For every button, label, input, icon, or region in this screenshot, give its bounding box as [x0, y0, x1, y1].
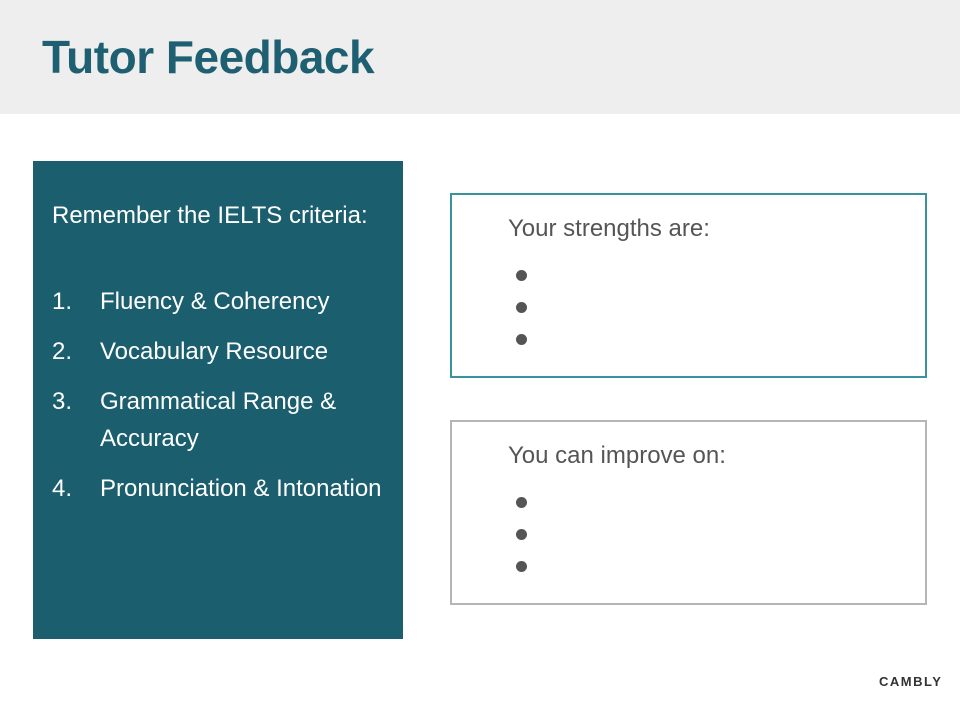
criteria-text: Pronunciation & Intonation [100, 475, 382, 502]
criteria-text: Fluency & Coherency [100, 288, 330, 315]
criteria-number: 1. [52, 288, 73, 315]
criteria-item: 4. Pronunciation & Intonation [52, 470, 392, 507]
criteria-list: 1. Fluency & Coherency 2. Vocabulary Res… [52, 283, 392, 520]
criteria-item: 2. Vocabulary Resource [52, 333, 392, 370]
criteria-panel: Remember the IELTS criteria: 1. Fluency … [33, 161, 403, 639]
bullet-point [516, 302, 527, 313]
header-bar: Tutor Feedback [0, 0, 960, 114]
criteria-text: Grammatical Range & Accuracy [100, 388, 337, 452]
strengths-heading: Your strengths are: [508, 215, 710, 242]
cambly-logo: CAMBLY [879, 674, 943, 689]
bullet-point [516, 334, 527, 345]
improve-bullets [516, 497, 527, 593]
page-title: Tutor Feedback [42, 31, 375, 83]
criteria-text: Vocabulary Resource [100, 338, 329, 365]
bullet-point [516, 497, 527, 508]
bullet-point [516, 561, 527, 572]
criteria-intro: Remember the IELTS criteria: [52, 202, 368, 229]
bullet-point [516, 270, 527, 281]
criteria-number: 4. [52, 475, 73, 502]
criteria-number: 2. [52, 338, 73, 365]
strengths-box: Your strengths are: [450, 193, 927, 378]
bullet-point [516, 529, 527, 540]
strengths-bullets [516, 270, 527, 366]
criteria-item: 1. Fluency & Coherency [52, 283, 392, 320]
improve-heading: You can improve on: [508, 442, 726, 469]
criteria-item: 3. Grammatical Range & Accuracy [52, 383, 392, 457]
improve-box: You can improve on: [450, 420, 927, 605]
criteria-number: 3. [52, 388, 73, 415]
